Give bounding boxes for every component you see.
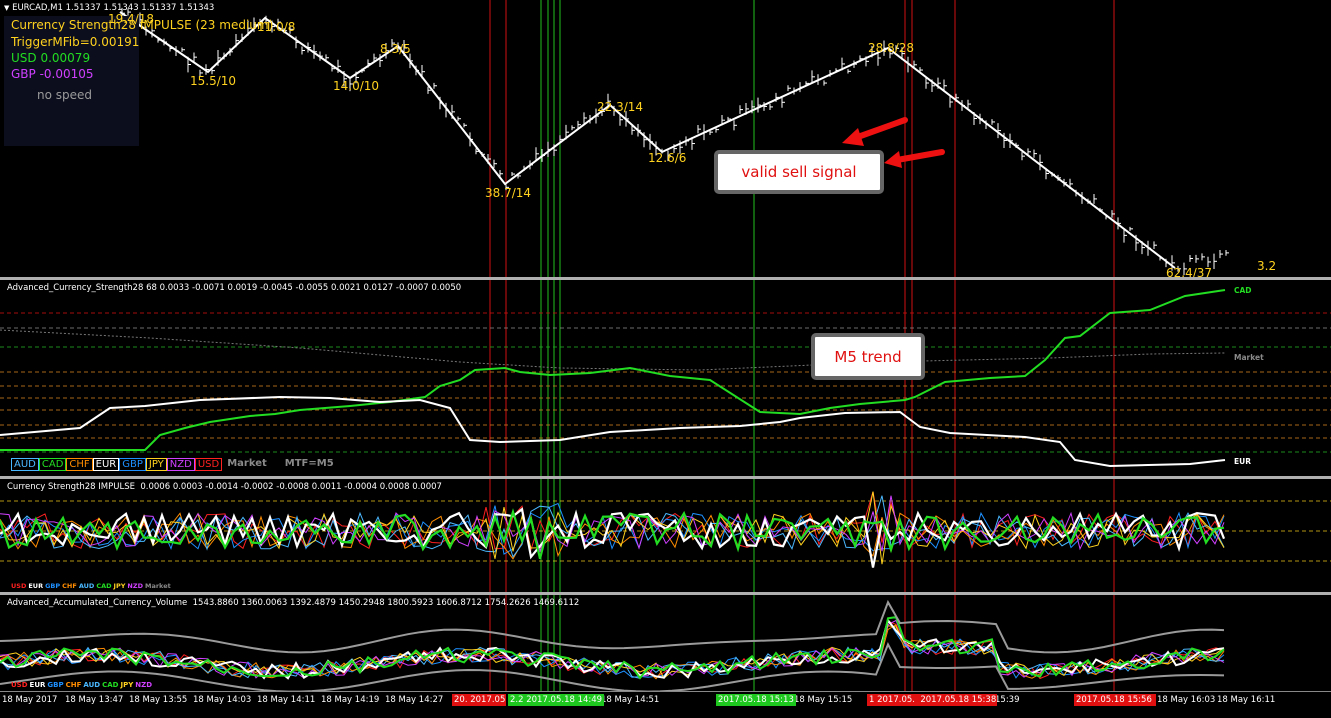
- imp-legend-gbp: GBP: [45, 582, 61, 590]
- imp-legend-chf: CHF: [62, 582, 77, 590]
- time-tick: 18 May 2017: [2, 695, 58, 705]
- legend-nzd[interactable]: NZD: [166, 458, 195, 471]
- time-tick: 18 May 14:27: [385, 695, 444, 705]
- legend-eur[interactable]: EUR: [92, 458, 120, 471]
- legend-usd[interactable]: USD: [194, 458, 223, 471]
- imp-legend-cad: CAD: [96, 582, 112, 590]
- price-chart-pane[interactable]: ▼ EURCAD,M1 1.51337 1.51343 1.51337 1.51…: [0, 0, 1331, 280]
- session-marker: 1 2017.05. 2017.05.18 15:38: [867, 694, 997, 706]
- time-tick: 18 May 16:03: [1157, 695, 1216, 705]
- imp-legend-usd: USD: [11, 582, 27, 590]
- currency-strength-canvas: [0, 280, 1331, 476]
- legend-gbp[interactable]: GBP: [119, 458, 146, 471]
- time-tick: 18 May 14:19: [321, 695, 380, 705]
- legend-cad[interactable]: CAD: [38, 458, 67, 471]
- vol-legend-gbp: GBP: [47, 681, 64, 689]
- volume-pane[interactable]: Advanced_Accumulated_Currency_Volume 154…: [0, 595, 1331, 691]
- session-marker: 20. 2017.05: [452, 694, 506, 706]
- vol-legend-eur: EUR: [29, 681, 46, 689]
- timeframe-label: MTF=M5: [284, 458, 334, 469]
- volume-band-upper: [0, 599, 1225, 654]
- impulse-canvas: [0, 479, 1331, 592]
- imp-legend-jpy: JPY: [113, 582, 126, 590]
- time-tick: 18 May 14:51: [601, 695, 660, 705]
- time-tick: 18 May 14:11: [257, 695, 316, 705]
- legend-chf[interactable]: CHF: [66, 458, 93, 471]
- acs-title: Advanced_Currency_Strength28 68 0.0033 -…: [7, 283, 462, 293]
- cad-strength-line: [0, 289, 1226, 451]
- time-tick: 18 May 16:11: [1217, 695, 1276, 705]
- vol-legend-nzd: NZD: [135, 681, 153, 689]
- sell-signal-callout: valid sell signal: [714, 150, 884, 194]
- vol-legend-aud: AUD: [83, 681, 101, 689]
- time-tick: 15:39: [995, 695, 1020, 705]
- session-marker: 2017.05.18 15:13: [716, 694, 796, 706]
- market-line-label: Market: [1234, 353, 1264, 362]
- volume-canvas: [0, 595, 1225, 691]
- m5-trend-callout: M5 trend: [811, 333, 925, 380]
- cad-line-label: CAD: [1234, 286, 1252, 295]
- volume-legend: USD EUR GBP CHF AUD CAD JPY NZD: [11, 681, 152, 689]
- legend-aud[interactable]: AUD: [11, 458, 39, 471]
- legend-market[interactable]: Market: [225, 458, 269, 471]
- volume-title: Advanced_Accumulated_Currency_Volume 154…: [7, 598, 580, 608]
- impulse-legend: USD EUR GBP CHF AUD CAD JPY NZD Market: [11, 582, 171, 590]
- session-marker: 2017.05.18 15:56: [1074, 694, 1156, 706]
- legend-jpy[interactable]: JPY: [145, 458, 167, 471]
- time-tick: 18 May 14:03: [193, 695, 252, 705]
- session-marker: 2.2 2017.05.18 14:49: [508, 694, 604, 706]
- currency-legend: AUD CAD CHF EUR GBP JPY NZD USD Market M…: [11, 458, 336, 471]
- imp-legend-nzd: NZD: [127, 582, 143, 590]
- red-arrows: [842, 117, 945, 168]
- time-tick: 18 May 15:15: [794, 695, 853, 705]
- time-axis[interactable]: 18 May 2017 18 May 13:47 18 May 13:55 18…: [0, 691, 1331, 718]
- eur-line-label: EUR: [1234, 457, 1251, 466]
- vol-legend-cad: CAD: [102, 681, 119, 689]
- imp-legend-eur: EUR: [28, 582, 44, 590]
- currency-strength-pane[interactable]: Advanced_Currency_Strength28 68 0.0033 -…: [0, 280, 1331, 476]
- time-tick: 18 May 13:55: [129, 695, 188, 705]
- time-tick: 18 May 13:47: [65, 695, 124, 705]
- imp-legend-market: Market: [144, 582, 171, 590]
- impulse-pane[interactable]: Currency Strength28 IMPULSE 0.0006 0.000…: [0, 479, 1331, 592]
- vol-legend-chf: CHF: [65, 681, 82, 689]
- eur-strength-line: [0, 395, 1226, 468]
- vol-legend-jpy: JPY: [120, 681, 134, 689]
- vol-legend-usd: USD: [11, 681, 28, 689]
- impulse-series: [0, 491, 1225, 552]
- imp-legend-aud: AUD: [78, 582, 95, 590]
- impulse-title: Currency Strength28 IMPULSE 0.0006 0.000…: [7, 482, 442, 492]
